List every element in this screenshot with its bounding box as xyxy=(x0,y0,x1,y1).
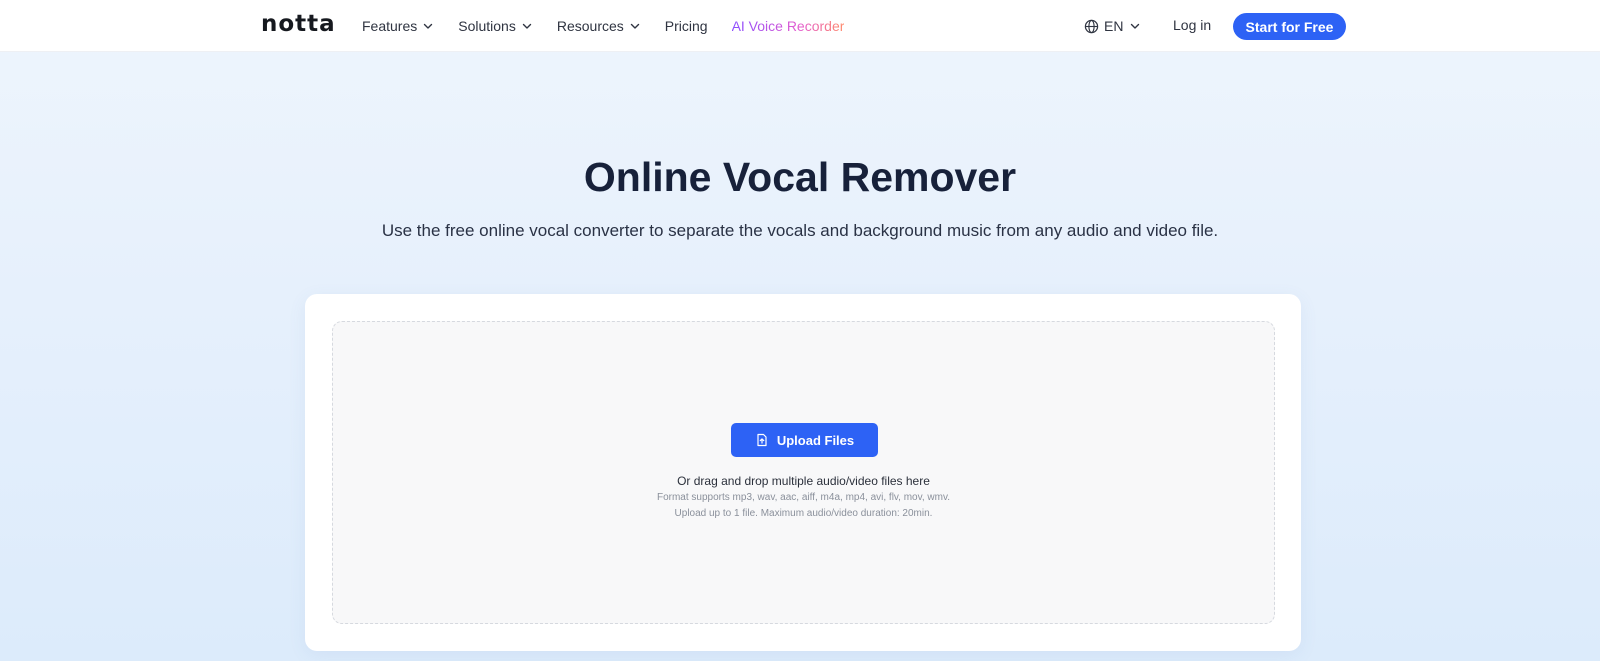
globe-icon xyxy=(1084,19,1099,33)
chevron-down-icon xyxy=(630,23,639,29)
page-title: Online Vocal Remover xyxy=(583,154,1017,200)
upload-card: Upload Files Or drag and drop multiple a… xyxy=(305,294,1301,651)
upload-limit-note: Upload up to 1 file. Maximum audio/video… xyxy=(674,508,933,519)
notta-logo[interactable]: notta xyxy=(261,11,336,37)
nav-item-resources[interactable]: Resources xyxy=(557,18,641,34)
drag-drop-hint: Or drag and drop multiple audio/video fi… xyxy=(677,474,930,488)
upload-files-label: Upload Files xyxy=(776,432,855,448)
page-subtitle: Use the free online vocal converter to s… xyxy=(381,221,1219,240)
file-upload-icon xyxy=(757,433,767,447)
nav-item-pricing[interactable]: Pricing xyxy=(665,18,708,34)
nav-item-solutions[interactable]: Solutions xyxy=(458,18,533,34)
upload-files-button[interactable]: Upload Files xyxy=(731,423,878,457)
top-navigation-bar: notta Features Solutions Resources Prici… xyxy=(0,0,1600,52)
chevron-down-icon xyxy=(424,23,433,29)
nav-item-label: Features xyxy=(362,18,418,34)
nav-item-label: Solutions xyxy=(458,18,516,34)
chevron-down-icon xyxy=(522,23,532,29)
nav-item-ai-voice-recorder[interactable]: AI Voice Recorder xyxy=(732,18,845,34)
nav-item-label: Resources xyxy=(556,18,624,34)
start-for-free-button[interactable]: Start for Free xyxy=(1233,13,1346,40)
login-link[interactable]: Log in xyxy=(1173,17,1211,33)
language-selector[interactable]: EN xyxy=(1084,0,1141,52)
chevron-down-icon xyxy=(1131,23,1140,29)
file-dropzone[interactable]: Upload Files Or drag and drop multiple a… xyxy=(332,321,1275,624)
main-nav: Features Solutions Resources Pricing AI … xyxy=(362,0,868,52)
nav-item-features[interactable]: Features xyxy=(362,18,434,34)
supported-formats-note: Format supports mp3, wav, aac, aiff, m4a… xyxy=(656,492,951,503)
language-label: EN xyxy=(1104,18,1124,34)
nav-item-label: Pricing xyxy=(664,18,708,34)
